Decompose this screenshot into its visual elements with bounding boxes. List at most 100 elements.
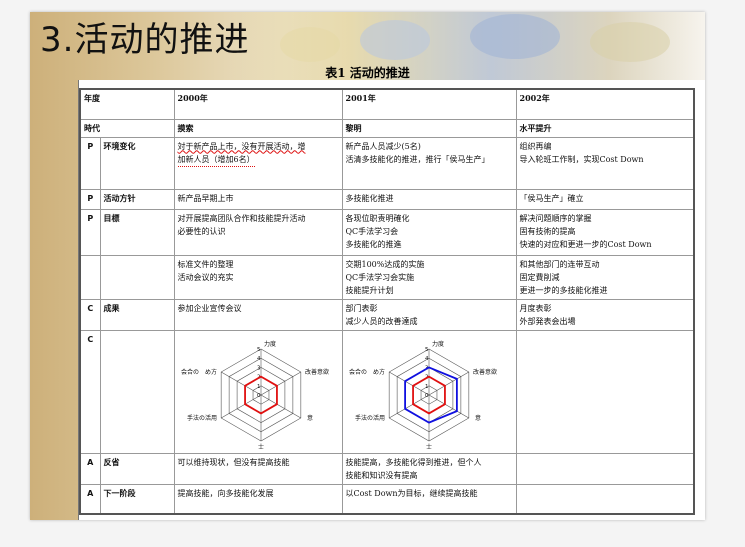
table-cell bbox=[515, 329, 695, 454]
radar-axis-label: 士 bbox=[257, 443, 263, 451]
table-row: A 反省 可以维持现状，但没有提高技能 技能提高，多技能化得到推进，但个人 技能和知识没… bbox=[79, 452, 695, 485]
table-cell: 新产品人员减少(5名) 活清多技能化的推进，推行「侯马生产」 bbox=[341, 136, 517, 190]
radar-tick-label: 5 bbox=[257, 347, 261, 353]
cell-text-line: 部门表彰 bbox=[345, 303, 378, 313]
radar-tick-label: 4 bbox=[257, 356, 261, 362]
radar-axis-label: 力度 bbox=[432, 340, 444, 348]
radar-spoke bbox=[389, 394, 430, 418]
cell-text-line: 更进一步的多技能化推进 bbox=[519, 285, 608, 295]
table-row: P 目標 对开展提高团队合作和技能提升活动 必要性的认识 各现位职责明確化 QC手法学习会… bbox=[79, 208, 695, 256]
radar-spoke bbox=[260, 394, 301, 418]
table-cell: 标准文件的整理 活动会议的充实 bbox=[173, 254, 343, 300]
cell-text-line: 和其他部门的连带互动 bbox=[519, 259, 600, 269]
table-row: C 成果 参加企业宣传会议 部门表彰 减少人员的改善達成 月度表彰 外部発表会出場 bbox=[79, 298, 695, 331]
table-cell: 各现位职责明確化 QC手法学习会 多技能化的推進 bbox=[341, 208, 517, 256]
cell-text-line: 月度表彰 bbox=[519, 303, 552, 313]
table-cell: 提高技能，向多技能化发展 bbox=[173, 483, 343, 515]
activity-table: 年度 2000年 2001年 2002年 時代 摸索 黎明 水平提升 P 环境变化… bbox=[79, 88, 695, 515]
table-caption: 表1 活动的推进 bbox=[325, 66, 410, 80]
radar-chart: 543210力度改善意欲意士手法の活用会合の め方 bbox=[180, 340, 329, 451]
radar-tick-label: 0 bbox=[257, 393, 261, 399]
radar-axis-label: 改善意欲 bbox=[473, 368, 497, 376]
cell-text-line: 可以维持现状，但没有提高技能 bbox=[177, 457, 290, 467]
table-row-year: 年度 2000年 2001年 2002年 bbox=[79, 88, 695, 120]
table-cell: 参加企业宣传会议 bbox=[173, 298, 343, 331]
table-row: A 下一阶段 提高技能，向多技能化发展 以Cost Down为目标，继续提高技能 bbox=[79, 483, 695, 515]
radar-axis-label: 意 bbox=[307, 414, 313, 422]
radar-axis-label: 改善意欲 bbox=[305, 368, 329, 376]
cell-text-line: 固定費削減 bbox=[519, 272, 560, 282]
radar-axis-label: 力度 bbox=[264, 340, 276, 348]
radar-spoke bbox=[260, 371, 301, 395]
cell-text-line: 导入轮班工作制，实现Cost Down bbox=[519, 154, 644, 164]
cell-text-line: 各现位职责明確化 bbox=[345, 213, 410, 223]
table-cell: 部门表彰减少人员的改善達成 bbox=[341, 298, 517, 331]
radar-chart-cell: 5 4 3 2 1 0 力度 改善意欲意士手法の活用 会合の め方 bbox=[341, 329, 517, 454]
table-cell: 技能提高，多技能化得到推进，但个人 技能和知识没有提高 bbox=[341, 452, 517, 485]
table-cell: 「侯马生产」確立 bbox=[515, 188, 695, 210]
cell-text-line: 减少人员的改善達成 bbox=[345, 316, 418, 326]
radar-axis-label: 士 bbox=[426, 443, 432, 451]
table-row: P 环境变化 対于新产品上市，没有开展活动，增 加新人员（增加6名） 新产品人员减少(5… bbox=[79, 136, 695, 190]
cell-text-line: 组织再编 bbox=[519, 141, 552, 151]
radar-tick-label: 3 bbox=[257, 365, 261, 371]
radar-tick-label: 0 bbox=[425, 393, 429, 399]
cell-text-line: 技能和知识没有提高 bbox=[345, 470, 418, 480]
cell-text-line: QC手法学习会实施 bbox=[345, 272, 415, 282]
era-value: 黎明 bbox=[341, 118, 517, 138]
cell-text-line: 交期100%达成的实施 bbox=[345, 259, 425, 269]
radar-spoke bbox=[220, 371, 261, 395]
cell-text-line: 活清多技能化的推进，推行「侯马生产」 bbox=[345, 154, 490, 164]
table-row: P 活动方针 新产品早期上市 多技能化推进 「侯马生产」確立 bbox=[79, 188, 695, 210]
cell-text-line: 固有技術的提高 bbox=[519, 226, 576, 236]
leaf-decoration bbox=[280, 27, 340, 62]
cell-text-line: 対于新产品上市，没有开展活动，增 bbox=[177, 141, 306, 151]
cell-text-line: 新产品人员减少(5名) bbox=[345, 141, 421, 151]
table-panel: 年度 2000年 2001年 2002年 時代 摸索 黎明 水平提升 P 环境变化… bbox=[78, 80, 705, 520]
pdca-mark: P bbox=[79, 136, 101, 190]
radar-axis-label: 手法の活用 bbox=[355, 414, 385, 422]
table-cell: 对开展提高团队合作和技能提升活动 必要性的认识 bbox=[173, 208, 343, 256]
cell-text-line: 活动会议的充实 bbox=[177, 272, 234, 282]
radar-axis-label: 会合の bbox=[180, 368, 198, 376]
radar-axis-label: 会合の bbox=[349, 368, 367, 376]
table-cell: 解决问題順序的掌握 固有技術的提高 快速的对应和更进一步的Cost Down bbox=[515, 208, 695, 256]
table-cell: 和其他部门的连带互动 固定費削減更进一步的多技能化推进 bbox=[515, 254, 695, 300]
radar-axis-label: め方 bbox=[204, 368, 216, 376]
cell-text-line: 对开展提高团队合作和技能提升活动 bbox=[177, 213, 306, 223]
era-label: 時代 bbox=[79, 118, 175, 138]
leaf-decoration bbox=[360, 20, 430, 60]
year-label: 年度 bbox=[79, 88, 175, 120]
era-value: 摸索 bbox=[173, 118, 343, 138]
radar-spoke bbox=[220, 394, 261, 418]
cell-text-line: 必要性的认识 bbox=[177, 226, 226, 236]
cell-text-line: 参加企业宣传会议 bbox=[177, 303, 242, 313]
cell-text-line: 「侯马生产」確立 bbox=[519, 193, 584, 203]
cell-text-line: QC手法学习会 bbox=[345, 226, 399, 236]
table-cell: 月度表彰 外部発表会出場 bbox=[515, 298, 695, 331]
pdca-mark: A bbox=[79, 483, 101, 515]
cell-text-line: 以Cost Down为目标，继续提高技能 bbox=[345, 488, 478, 498]
cell-text-line: 提高技能，向多技能化发展 bbox=[177, 488, 274, 498]
row-item-label: 成果 bbox=[99, 298, 175, 331]
radar-tick-label: 1 bbox=[425, 383, 429, 389]
radar-chart: 543210力度改善意欲意士手法の活用会合の め方 bbox=[349, 340, 497, 451]
table-row: C 5 4 3 2 1 0 力度 改善意欲意士手法の活用 会合の め方 5 4 3 2 1 0 力度 改善意欲意士手… bbox=[79, 329, 695, 454]
slide-title: 3.活动的推进 bbox=[40, 20, 250, 60]
table-cell: 以Cost Down为目标，继续提高技能 bbox=[341, 483, 517, 515]
radar-axis-label: 手法の活用 bbox=[186, 414, 216, 422]
cell-text-line: 解决问題順序的掌握 bbox=[519, 213, 592, 223]
pdca-mark: C bbox=[79, 329, 101, 454]
row-item-label: 下一阶段 bbox=[99, 483, 175, 515]
table-row: 标准文件的整理 活动会议的充实 交期100%达成的实施 QC手法学习会实施 技能提升计划… bbox=[79, 254, 695, 300]
row-item-label: 反省 bbox=[99, 452, 175, 485]
row-item-label: 活动方针 bbox=[99, 188, 175, 210]
table-cell: 新产品早期上市 bbox=[173, 188, 343, 210]
cell-text-line: 多技能化推进 bbox=[345, 193, 394, 203]
pdca-mark: C bbox=[79, 298, 101, 331]
pdca-mark: P bbox=[79, 208, 101, 256]
leaf-decoration bbox=[590, 22, 670, 62]
year-2001: 2001年 bbox=[341, 88, 517, 120]
radar-chart-cell: 5 4 3 2 1 0 力度 改善意欲意士手法の活用 会合の め方 bbox=[173, 329, 343, 454]
cell-text-line: 加新人员（增加6名） bbox=[177, 153, 255, 167]
